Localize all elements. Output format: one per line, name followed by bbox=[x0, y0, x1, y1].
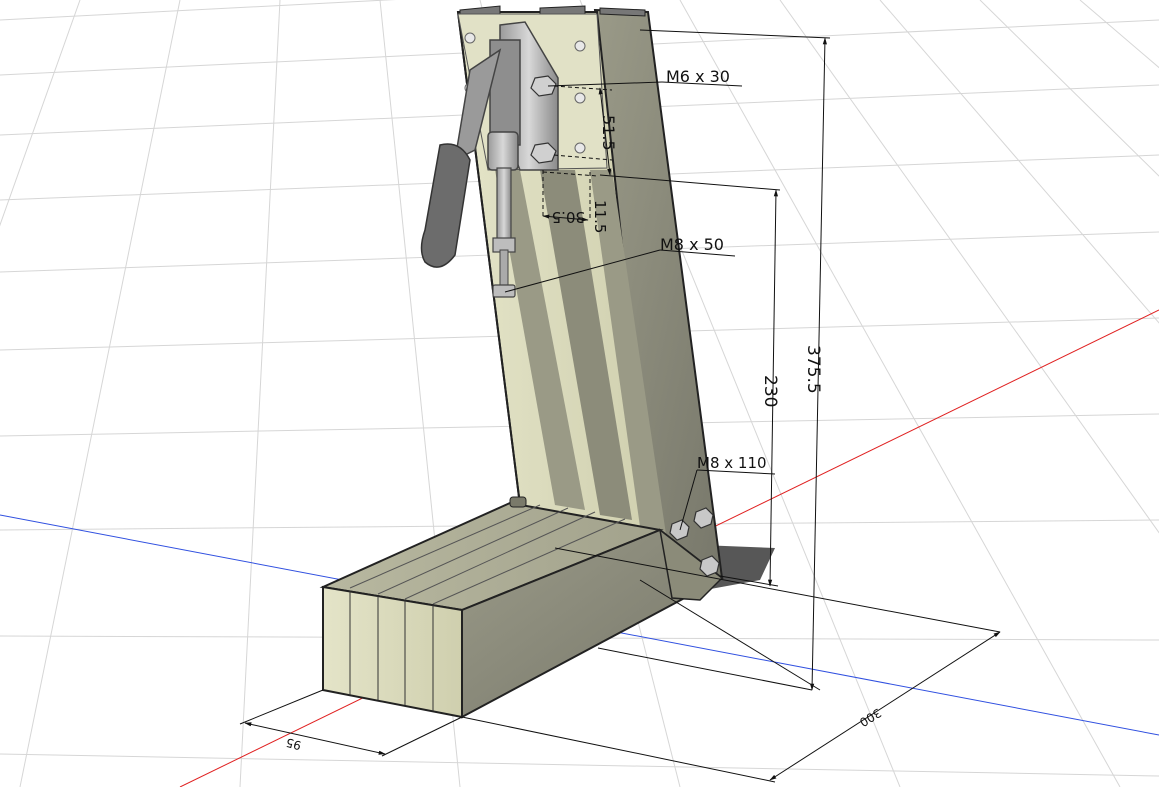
label-m8-50-screw: M8 x 50 bbox=[660, 235, 724, 254]
dim-base-length: 300 bbox=[857, 705, 884, 729]
dim-clamp-height: 230 bbox=[760, 375, 780, 407]
label-m6-screw: M6 x 30 bbox=[666, 67, 730, 86]
dim-base-width: 95 bbox=[284, 735, 302, 752]
base-block[interactable] bbox=[319, 496, 724, 719]
dim-offset-small: 11.5 bbox=[591, 200, 609, 233]
dim-offset-horizontal: 30.5 bbox=[552, 208, 585, 226]
dim-plate-spacing: 51.5 bbox=[599, 115, 618, 151]
dim-total-height: 375.5 bbox=[803, 345, 823, 394]
cad-viewport[interactable]: M6 x 30 M8 x 50 M8 x 110 375.5 230 51.5 … bbox=[0, 0, 1159, 787]
label-m8-110-screw: M8 x 110 bbox=[697, 454, 767, 472]
